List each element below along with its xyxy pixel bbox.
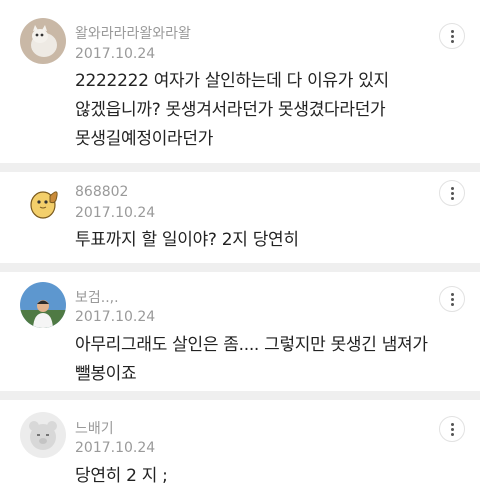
username[interactable]: 보검..,. (75, 287, 119, 307)
comment-separator (0, 163, 480, 172)
comment-text-line: 뺄봉이죠 (75, 364, 137, 384)
comment-separator (0, 391, 480, 400)
chick-avatar[interactable] (20, 178, 66, 224)
comment-text-line: 않겠읍니까? 못생겨서라던가 못생겼다라던가 (75, 100, 386, 120)
comment-date: 2017.10.24 (75, 309, 156, 325)
comment-date: 2017.10.24 (75, 46, 156, 62)
comment-separator (0, 263, 480, 272)
comment-text-line: 아무리그래도 살인은 좀.... 그렇지만 못생긴 냄져가 (75, 335, 428, 355)
comment-text-line: 투표까지 할 일이야? 2지 당연히 (75, 230, 299, 250)
comment-item: 보검..,. 2017.10.24 아무리그래도 살인은 좀.... 그렇지만 … (0, 272, 480, 392)
more-options-icon[interactable] (439, 286, 465, 312)
bear-avatar[interactable] (20, 412, 66, 458)
more-options-icon[interactable] (439, 416, 465, 442)
comment-item: 868802 2017.10.24 투표까지 할 일이야? 2지 당연히 (0, 172, 480, 265)
comment-item: 왈와라라라왈와라왈 2017.10.24 2222222 여자가 살인하는데 다… (0, 0, 480, 165)
comment-date: 2017.10.24 (75, 440, 156, 456)
cat-avatar[interactable] (20, 18, 66, 64)
person-avatar[interactable] (20, 282, 66, 328)
username[interactable]: 왈와라라라왈와라왈 (75, 23, 191, 43)
more-options-icon[interactable] (439, 23, 465, 49)
comment-date: 2017.10.24 (75, 205, 156, 221)
comment-text-line: 못생길예정이라던가 (75, 129, 214, 149)
comment-text-line: 2222222 여자가 살인하는데 다 이유가 있지 (75, 71, 389, 91)
username[interactable]: 868802 (75, 184, 128, 200)
comment-item: 느배기 2017.10.24 당연히 2 지 ; (0, 400, 480, 496)
username[interactable]: 느배기 (75, 418, 114, 438)
more-options-icon[interactable] (439, 180, 465, 206)
comment-text-line: 당연히 2 지 ; (75, 466, 168, 486)
